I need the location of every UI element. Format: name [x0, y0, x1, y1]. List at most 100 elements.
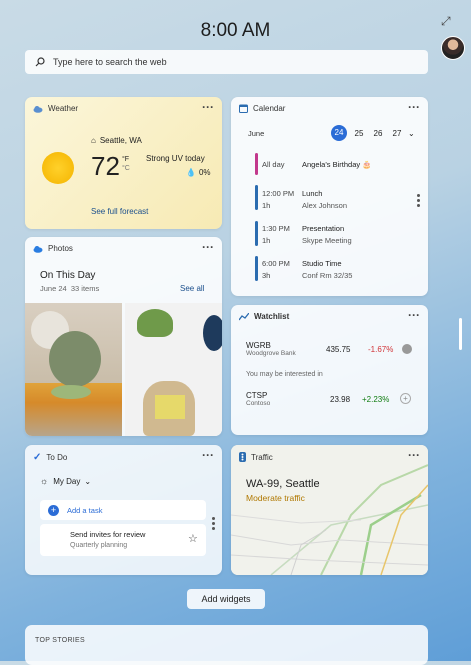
todo-title: To Do	[46, 453, 68, 462]
event-time: 6:00 PM	[262, 259, 290, 268]
day-26[interactable]: 26	[370, 129, 386, 138]
add-task-button[interactable]: + Add a task	[40, 500, 206, 520]
calendar-month: June	[248, 129, 265, 138]
search-bar[interactable]: Type here to search the web	[25, 50, 428, 74]
search-icon	[35, 57, 45, 67]
stock-price: 23.98	[330, 395, 351, 404]
watchlist-card[interactable]: Watchlist ··· WGRB Woodgrove Bank 435.75…	[231, 305, 428, 435]
top-stories-section: TOP STORIES	[25, 625, 428, 665]
expand-icon[interactable]: ⤢	[441, 14, 451, 29]
event-duration: 1h	[262, 201, 271, 210]
photos-card[interactable]: Photos ··· On This Day June 24 33 items …	[25, 237, 222, 436]
event-time: 1:30 PM	[262, 224, 290, 233]
event-subtitle: Conf Rm 32/35	[302, 271, 353, 280]
stock-row[interactable]: CTSP Contoso 23.98 +2.23% +	[246, 391, 421, 411]
weather-card[interactable]: Weather ··· ⌂ Seattle, WA 72 °F °C Stron…	[25, 97, 222, 229]
traffic-map[interactable]	[231, 445, 428, 575]
see-all-link[interactable]: See all	[180, 284, 204, 293]
event-subtitle: Alex Johnson	[302, 201, 348, 210]
interest-label: You may be interested in	[246, 371, 323, 378]
cloud-icon	[33, 245, 43, 253]
traffic-card[interactable]: Traffic ··· WA-99, Seattle Moderate traf…	[231, 445, 428, 575]
more-icon[interactable]: ···	[408, 448, 420, 462]
event-color-bar	[255, 221, 258, 246]
event-time: 12:00 PM	[262, 189, 295, 198]
photos-heading: On This Day	[40, 270, 96, 281]
calendar-event[interactable]: 12:00 PM 1h	[262, 188, 294, 212]
more-icon[interactable]: ···	[202, 448, 214, 462]
event-title: Lunch	[302, 189, 323, 198]
stock-change: -1.67%	[368, 345, 394, 354]
event-color-bar	[255, 256, 258, 281]
event-title: Angela's Birthday	[302, 160, 361, 169]
chart-icon	[239, 312, 249, 321]
calendar-event[interactable]: All day	[262, 160, 285, 169]
event-title: Studio Time	[302, 259, 342, 268]
add-task-label: Add a task	[67, 505, 103, 515]
forecast-link[interactable]: See full forecast	[91, 207, 148, 216]
cake-icon: 🎂	[362, 160, 372, 169]
stock-change: +2.23%	[362, 395, 390, 404]
traffic-road: WA-99, Seattle	[246, 478, 320, 490]
unit-fahrenheit[interactable]: °F	[122, 155, 130, 164]
stock-row[interactable]: WGRB Woodgrove Bank 435.75 -1.67%	[246, 341, 421, 361]
scroll-indicator[interactable]	[417, 192, 420, 209]
add-icon[interactable]: +	[400, 393, 411, 404]
task-subtitle: Quarterly planning	[70, 542, 128, 549]
watchlist-title: Watchlist	[254, 312, 290, 321]
event-subtitle: Skype Meeting	[302, 236, 352, 245]
traffic-icon	[239, 452, 246, 462]
cloud-icon	[33, 105, 43, 113]
photo-thumbnail-1[interactable]	[25, 303, 122, 436]
add-widgets-button[interactable]: Add widgets	[187, 589, 265, 609]
temperature: 72	[91, 151, 120, 181]
more-icon[interactable]: ···	[202, 240, 214, 254]
more-icon[interactable]: ···	[408, 308, 420, 322]
event-title: Presentation	[302, 224, 345, 233]
search-placeholder: Type here to search the web	[53, 57, 167, 67]
weather-title: Weather	[48, 104, 79, 113]
calendar-title: Calendar	[253, 104, 286, 113]
day-24[interactable]: 24	[331, 125, 347, 141]
traffic-title: Traffic	[251, 452, 273, 462]
calendar-event[interactable]: 6:00 PM 3h	[262, 258, 290, 282]
calendar-event[interactable]: 1:30 PM 1h	[262, 223, 290, 247]
chevron-down-icon: ⌄	[84, 476, 92, 486]
list-selector[interactable]: ☼ My Day ⌄	[40, 476, 91, 486]
day-25[interactable]: 25	[351, 129, 367, 138]
photo-thumbnail-2[interactable]	[125, 303, 222, 436]
stock-price: 435.75	[326, 345, 351, 354]
day-27[interactable]: 27	[389, 129, 405, 138]
scroll-indicator[interactable]	[212, 515, 215, 532]
calendar-icon	[239, 104, 248, 113]
task-title: Send invites for review	[70, 530, 146, 539]
chevron-down-icon[interactable]: ⌄	[408, 129, 415, 138]
precipitation: 0%	[198, 168, 211, 177]
list-name: My Day	[53, 476, 81, 486]
photos-date: June 24	[40, 284, 67, 293]
event-color-bar	[255, 185, 258, 210]
event-duration: 3h	[262, 271, 271, 280]
star-icon[interactable]: ☆	[188, 532, 198, 545]
event-time: All day	[262, 160, 285, 169]
task-item[interactable]: Send invites for review Quarterly planni…	[40, 524, 206, 556]
more-icon[interactable]: ···	[408, 100, 420, 114]
plus-icon: +	[48, 504, 59, 516]
sun-icon	[42, 152, 74, 184]
scrollbar[interactable]	[459, 318, 462, 350]
weather-location: Seattle, WA	[99, 136, 142, 145]
todo-card[interactable]: ✓ To Do ··· ☼ My Day ⌄ + Add a task Send …	[25, 445, 222, 575]
sun-icon: ☼	[40, 476, 49, 486]
checkmark-icon: ✓	[33, 452, 42, 463]
raindrop-icon: 💧	[186, 168, 196, 177]
more-icon[interactable]: ···	[202, 100, 214, 114]
home-icon: ⌂	[91, 136, 96, 145]
event-duration: 1h	[262, 236, 271, 245]
photos-title: Photos	[48, 244, 73, 253]
event-color-bar	[255, 153, 258, 175]
traffic-status: Moderate traffic	[246, 493, 305, 503]
check-icon[interactable]	[402, 344, 412, 354]
photos-count: 33 items	[70, 284, 100, 293]
unit-celsius[interactable]: °C	[122, 164, 130, 173]
avatar[interactable]	[441, 36, 465, 60]
